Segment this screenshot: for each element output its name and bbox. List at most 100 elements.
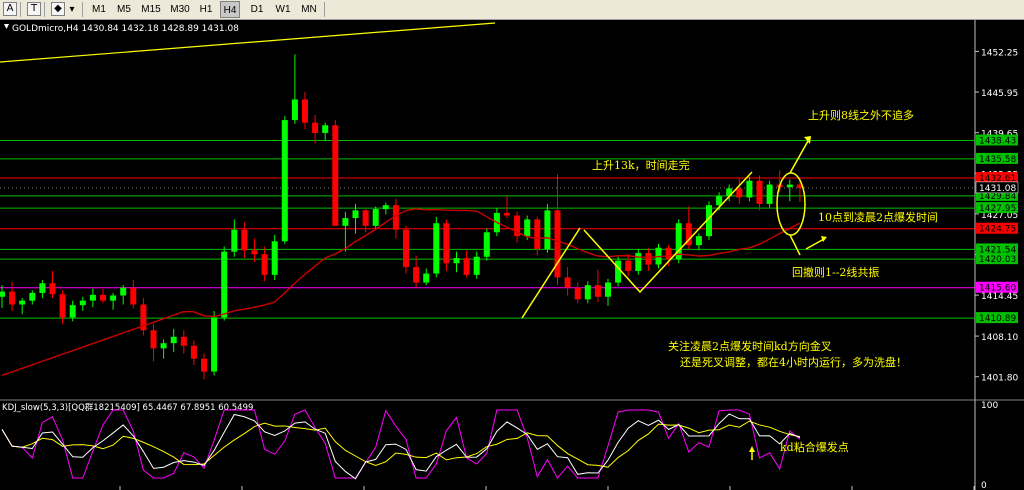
candle: [584, 281, 591, 304]
price-level-label: 1410.89: [979, 314, 1016, 324]
candle-body: [615, 260, 622, 283]
candle-body: [100, 294, 106, 301]
candle: [554, 174, 561, 286]
cursor-icon[interactable]: A: [3, 2, 17, 16]
timeframe-button-w1[interactable]: W1: [272, 1, 294, 18]
timeframe-button-h4[interactable]: H4: [220, 1, 240, 18]
arrow-right-head-icon: [821, 236, 827, 242]
candle: [483, 228, 490, 261]
candle: [473, 251, 480, 279]
price-level-label: 1435.58: [979, 155, 1016, 165]
candle: [544, 203, 551, 253]
candle-body: [574, 287, 581, 300]
candle: [201, 353, 207, 380]
candle: [413, 255, 420, 288]
text-icon[interactable]: T: [27, 2, 41, 16]
candle: [736, 178, 743, 204]
candle-body: [483, 232, 490, 257]
candle: [231, 219, 238, 257]
candle-body: [291, 99, 298, 121]
chart-canvas[interactable]: 1452.251445.951439.651433.351427.051420.…: [0, 20, 1024, 490]
chart-annotation: 上升13k，时间走完: [592, 158, 690, 172]
timeframe-button-h1[interactable]: H1: [196, 1, 216, 18]
timeframe-button-m1[interactable]: M1: [88, 1, 110, 18]
candle-body: [403, 229, 409, 268]
indicator-tick-label: 0: [981, 481, 987, 490]
candle: [180, 330, 187, 354]
candle-body: [786, 184, 793, 188]
candle: [29, 290, 36, 305]
candle-body: [524, 219, 531, 237]
candle: [756, 175, 763, 211]
candle: [261, 246, 268, 282]
candle-body: [584, 285, 591, 300]
trend-arrow-line: [521, 227, 581, 319]
candle: [766, 180, 773, 208]
candle: [615, 256, 622, 287]
candle-body: [201, 358, 207, 372]
candle-body: [170, 336, 177, 344]
candle-body: [261, 254, 268, 275]
candle: [221, 246, 228, 321]
candle-body: [241, 229, 248, 251]
candle: [211, 310, 218, 376]
candle-body: [665, 247, 672, 260]
candle-body: [79, 300, 86, 306]
candle-body: [332, 125, 339, 226]
candle: [271, 234, 278, 280]
candle-body: [423, 273, 430, 283]
candle-body: [160, 343, 167, 349]
price-tick-label: 1445.95: [981, 89, 1018, 99]
candle-body: [312, 122, 319, 133]
arrow-down-line: [789, 234, 801, 256]
chart-annotation: 关注凌晨2点爆发时间kd方向金叉: [668, 339, 832, 353]
candle: [170, 329, 177, 353]
candle: [635, 249, 642, 275]
price-level-label: 1438.43: [979, 137, 1016, 147]
candle-body: [120, 287, 127, 296]
breakout-ellipse: [776, 172, 806, 236]
candle-body: [382, 205, 389, 210]
candle: [463, 250, 470, 278]
timeframe-button-d1[interactable]: D1: [246, 1, 268, 18]
shapes-dropdown-arrow-icon[interactable]: ▾: [67, 1, 77, 18]
price-level-label: 1415.60: [979, 284, 1016, 294]
candle: [403, 225, 409, 274]
candle-body: [625, 260, 632, 271]
candle: [79, 296, 86, 311]
candle: [443, 219, 450, 271]
candle: [0, 285, 5, 308]
candle: [110, 292, 117, 310]
candle: [9, 281, 16, 311]
candle: [372, 206, 379, 230]
candle: [645, 247, 652, 271]
candle-body: [635, 252, 642, 271]
candle-body: [322, 125, 329, 133]
candle-body: [251, 250, 258, 255]
candle: [514, 211, 521, 243]
candle: [695, 233, 702, 251]
candle-body: [766, 184, 773, 204]
timeframe-button-mn[interactable]: MN: [297, 1, 321, 18]
candle-body: [302, 99, 308, 123]
candle: [100, 289, 106, 304]
shapes-icon[interactable]: ◆: [51, 2, 65, 16]
price-tick-label: 1408.10: [981, 333, 1018, 343]
timeframe-button-m30[interactable]: M30: [167, 1, 193, 18]
kd-arrow-head-icon: [749, 446, 755, 452]
candle-body: [605, 282, 611, 297]
chart-annotation: 10点到凌晨2点爆发时间: [818, 210, 938, 224]
timeframe-button-m15[interactable]: M15: [139, 1, 163, 18]
candle: [453, 251, 460, 273]
current-price-label: 1431.08: [979, 184, 1016, 194]
timeframe-button-m5[interactable]: M5: [113, 1, 135, 18]
candle: [130, 279, 137, 309]
candle: [322, 122, 329, 141]
candle-body: [69, 305, 76, 318]
candle: [786, 179, 793, 202]
candle-body: [695, 236, 702, 246]
chart-area[interactable]: 1452.251445.951439.651433.351427.051420.…: [0, 20, 1024, 490]
kdj-k-line: [1, 413, 801, 480]
candle-body: [89, 294, 96, 301]
candle-body: [362, 210, 369, 226]
